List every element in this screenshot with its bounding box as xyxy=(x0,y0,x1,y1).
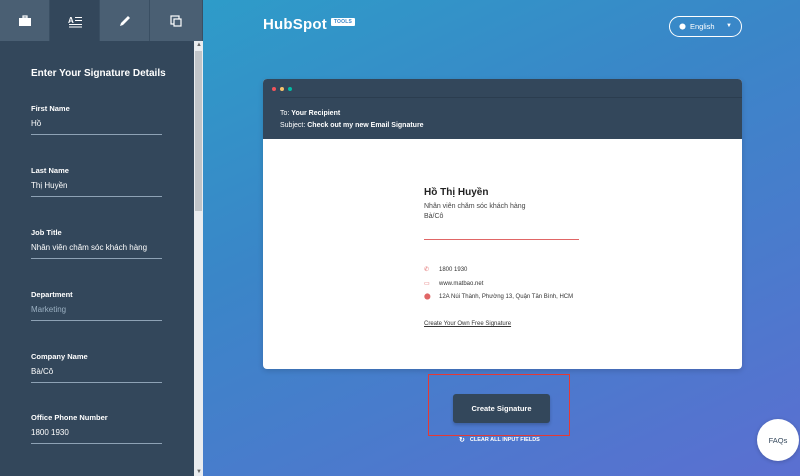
signature-address: ⬤ 12A Núi Thành, Phường 13, Quận Tân Bìn… xyxy=(424,293,574,301)
signature-divider xyxy=(424,239,579,240)
tab-templates[interactable] xyxy=(0,0,50,41)
logo-badge: TOOLS xyxy=(330,17,356,26)
signature-block: Hồ Thị Huyền Nhân viên chăm sóc khách hà… xyxy=(424,187,584,327)
dot-green xyxy=(288,87,292,91)
hubspot-logo: HubSpot TOOLS xyxy=(263,16,356,33)
location-pin-icon: ⬤ xyxy=(424,294,431,300)
tab-styling[interactable] xyxy=(100,0,150,41)
email-preview-header: To: Your Recipient Subject: Check out my… xyxy=(263,79,742,139)
to-value: Your Recipient xyxy=(291,110,341,117)
company-name-input[interactable]: Bà/Cô xyxy=(31,367,162,383)
subject-value: Check out my new Email Signature xyxy=(307,122,424,129)
text-align-icon: A xyxy=(68,16,82,27)
clear-all-button[interactable]: ↻ CLEAR ALL INPUT FIELDS xyxy=(459,436,540,444)
job-title-input[interactable]: Nhân viên chăm sóc khách hàng xyxy=(31,243,162,259)
refresh-icon: ↻ xyxy=(459,437,465,444)
email-to: To: Your Recipient xyxy=(280,110,340,117)
email-preview: To: Your Recipient Subject: Check out my… xyxy=(263,79,742,369)
scroll-up-icon[interactable]: ▲ xyxy=(196,42,202,48)
to-label: To: xyxy=(280,110,290,117)
office-phone-field: Office Phone Number 1800 1930 xyxy=(31,413,162,444)
phone-icon: ✆ xyxy=(424,267,430,273)
logo-text: HubSpot xyxy=(263,16,327,33)
monitor-icon: ▭ xyxy=(424,281,430,287)
scroll-down-icon[interactable]: ▼ xyxy=(196,469,202,475)
language-select[interactable]: English ▼ xyxy=(669,16,742,37)
job-title-field: Job Title Nhân viên chăm sóc khách hàng xyxy=(31,228,162,259)
first-name-field: First Name Hồ xyxy=(31,104,162,135)
create-signature-button[interactable]: Create Signature xyxy=(453,394,550,423)
tab-images[interactable] xyxy=(150,0,203,41)
company-name-label: Company Name xyxy=(31,352,88,361)
company-name-field: Company Name Bà/Cô xyxy=(31,352,162,383)
faq-label: FAQs xyxy=(768,435,788,445)
website-text: www.matbao.net xyxy=(439,280,484,287)
scroll-thumb[interactable] xyxy=(195,51,202,211)
subject-label: Subject: xyxy=(280,122,306,129)
department-field: Department Marketing xyxy=(31,290,162,321)
sidebar-tabs: A xyxy=(0,0,203,41)
email-subject: Subject: Check out my new Email Signatur… xyxy=(280,122,424,129)
signature-website: ▭ www.matbao.net xyxy=(424,280,484,288)
globe-icon xyxy=(679,23,686,30)
department-label: Department xyxy=(31,290,73,299)
dot-yellow xyxy=(280,87,284,91)
department-input[interactable]: Marketing xyxy=(31,305,162,321)
pencil-icon xyxy=(119,15,130,26)
signature-company: Bà/Cô xyxy=(424,213,444,220)
first-name-label: First Name xyxy=(31,104,70,113)
last-name-label: Last Name xyxy=(31,166,69,175)
form-title: Enter Your Signature Details xyxy=(31,68,166,79)
last-name-input[interactable]: Thị Huyền xyxy=(31,181,162,197)
signature-name: Hồ Thị Huyền xyxy=(424,187,489,198)
copy-icon xyxy=(170,14,182,27)
faq-button[interactable]: FAQs xyxy=(757,419,799,461)
window-dots xyxy=(272,87,292,91)
dot-red xyxy=(272,87,276,91)
svg-text:A: A xyxy=(68,16,74,25)
sidebar-scrollbar[interactable]: ▲ ▼ xyxy=(194,41,203,476)
address-text: 12A Núi Thành, Phường 13, Quận Tân Bình,… xyxy=(439,293,574,300)
signature-form: Enter Your Signature Details First Name … xyxy=(0,41,194,476)
phone-text: 1800 1930 xyxy=(439,266,468,273)
last-name-field: Last Name Thị Huyền xyxy=(31,166,162,197)
clear-all-label: CLEAR ALL INPUT FIELDS xyxy=(469,437,540,443)
chevron-down-icon: ▼ xyxy=(726,23,732,29)
signature-phone: ✆ 1800 1930 xyxy=(424,266,468,274)
briefcase-icon xyxy=(18,14,31,26)
create-own-signature-link[interactable]: Create Your Own Free Signature xyxy=(424,321,511,327)
office-phone-input[interactable]: 1800 1930 xyxy=(31,428,162,444)
language-value: English xyxy=(690,22,715,31)
first-name-input[interactable]: Hồ xyxy=(31,119,162,135)
job-title-label: Job Title xyxy=(31,228,62,237)
signature-job: Nhân viên chăm sóc khách hàng xyxy=(424,203,526,210)
office-phone-label: Office Phone Number xyxy=(31,413,108,422)
header-divider xyxy=(280,97,742,98)
tab-main[interactable]: A xyxy=(50,0,100,41)
sidebar: A Enter Your Signature Details First Nam… xyxy=(0,0,203,476)
